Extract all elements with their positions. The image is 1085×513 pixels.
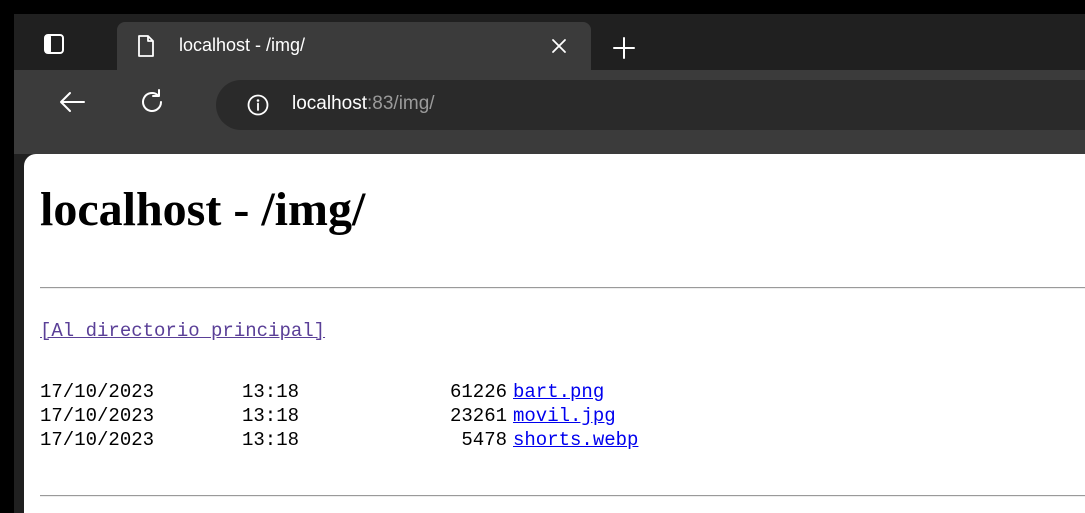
- tab-actions-icon[interactable]: [38, 28, 70, 60]
- close-icon[interactable]: [547, 34, 571, 58]
- plus-icon[interactable]: [610, 34, 638, 62]
- file-date: 17/10/2023: [40, 381, 155, 403]
- file-link[interactable]: shorts.webp: [513, 429, 638, 451]
- url-host: localhost: [292, 93, 367, 114]
- file-link[interactable]: bart.png: [513, 381, 604, 403]
- back-arrow-icon[interactable]: [54, 84, 90, 120]
- parent-directory-link[interactable]: [Al directorio principal]: [40, 320, 325, 342]
- page-content: localhost - /img/ [Al directorio princip…: [24, 154, 1085, 513]
- tab-title: localhost - /img/: [179, 35, 306, 55]
- file-size: 61226: [449, 381, 507, 403]
- info-icon[interactable]: [246, 93, 270, 117]
- browser-window: localhost - /img/ localhost:83/img/ loca…: [14, 14, 1085, 513]
- tab-active[interactable]: localhost - /img/: [117, 22, 591, 70]
- file-date: 17/10/2023: [40, 405, 155, 427]
- divider-top: [40, 287, 1085, 289]
- file-link[interactable]: movil.jpg: [513, 405, 616, 427]
- url-path: :83/img/: [367, 93, 435, 114]
- address-bar[interactable]: localhost:83/img/: [216, 80, 1085, 130]
- url-text[interactable]: localhost:83/img/: [292, 93, 435, 115]
- file-date: 17/10/2023: [40, 429, 155, 451]
- file-size: 5478: [461, 429, 507, 451]
- file-time: 13:18: [242, 429, 300, 451]
- tab-strip: localhost - /img/: [14, 14, 1085, 70]
- page-heading: localhost - /img/: [40, 183, 366, 236]
- file-size: 23261: [449, 405, 507, 427]
- file-time: 13:18: [242, 381, 300, 403]
- toolbar: localhost:83/img/: [14, 70, 1085, 154]
- divider-bottom: [40, 495, 1085, 497]
- reload-icon[interactable]: [134, 84, 170, 120]
- file-time: 13:18: [242, 405, 300, 427]
- page-icon: [135, 34, 157, 58]
